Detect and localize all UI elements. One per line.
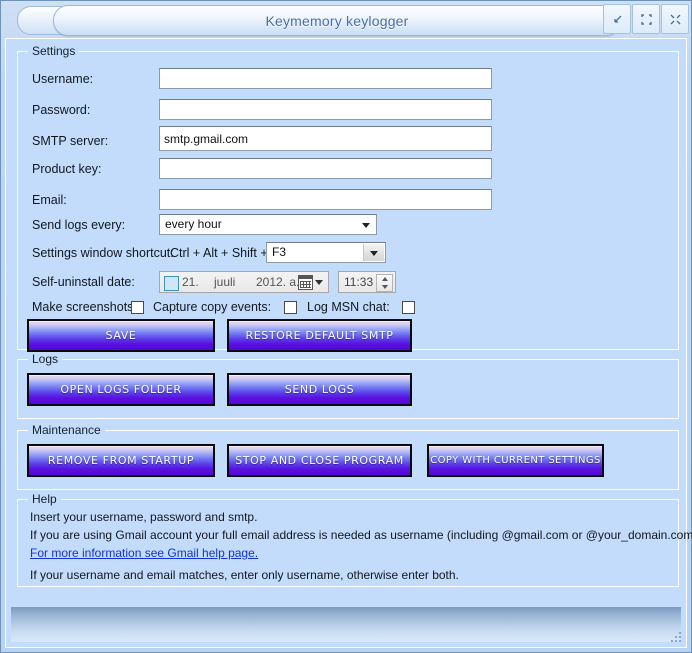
gmail-help-link[interactable]: For more information see Gmail help page… xyxy=(30,546,258,560)
open-logs-folder-button[interactable]: OPEN LOGS FOLDER xyxy=(27,373,215,406)
self-uninstall-datepicker[interactable]: 21. juuli 2012. a. xyxy=(159,271,329,293)
password-input[interactable] xyxy=(159,99,492,120)
self-uninstall-time-input[interactable]: 11:33 xyxy=(338,271,396,293)
stop-and-close-program-button[interactable]: STOP AND CLOSE PROGRAM xyxy=(227,444,412,477)
smtp-server-input[interactable] xyxy=(159,126,492,151)
logs-legend: Logs xyxy=(28,352,63,366)
minimize-button[interactable] xyxy=(603,4,631,34)
calendar-dropdown-button[interactable] xyxy=(298,274,326,290)
username-label: Username: xyxy=(32,72,94,86)
maximize-button[interactable] xyxy=(632,4,660,34)
remove-from-startup-button[interactable]: REMOVE FROM STARTUP xyxy=(27,444,215,477)
logs-group: Logs OPEN LOGS FOLDER SEND LOGS xyxy=(17,352,679,419)
shortcut-key-value: F3 xyxy=(272,245,287,259)
copy-with-current-settings-button[interactable]: COPY WITH CURRENT SETTINGS xyxy=(427,444,604,477)
email-label: Email: xyxy=(32,193,67,207)
client-area: Settings Username: Password: SMTP server… xyxy=(5,38,692,648)
shortcut-key-select[interactable]: F3 xyxy=(266,242,386,263)
self-uninstall-label: Self-uninstall date: xyxy=(32,275,135,289)
help-line-1: Insert your username, password and smtp. xyxy=(30,510,258,524)
send-logs-select[interactable]: every hour xyxy=(159,214,377,235)
capture-copy-events-label: Capture copy events: xyxy=(153,300,272,314)
minimize-icon xyxy=(612,14,623,25)
settings-legend: Settings xyxy=(28,44,80,58)
maximize-icon xyxy=(640,13,652,25)
date-day: 21. xyxy=(182,275,199,289)
chevron-down-icon xyxy=(370,250,378,256)
time-spinner[interactable] xyxy=(376,274,393,292)
resize-grip[interactable] xyxy=(665,626,681,642)
chevron-down-icon xyxy=(362,223,370,228)
title-bar-pill: Keymemory keylogger xyxy=(53,5,621,36)
date-year: 2012. a. xyxy=(256,275,300,289)
maintenance-group: Maintenance REMOVE FROM STARTUP STOP AND… xyxy=(17,423,679,490)
log-msn-chat-checkbox[interactable] xyxy=(402,301,415,314)
shortcut-label: Settings window shortcut: xyxy=(32,246,174,260)
restore-default-smtp-button[interactable]: RESTORE DEFAULT SMTP xyxy=(227,319,412,352)
application-window: Keymemory keylogger Settings Username: P… xyxy=(0,0,692,653)
calendar-icon xyxy=(298,274,313,290)
log-msn-chat-label: Log MSN chat: xyxy=(307,300,390,314)
status-bar xyxy=(11,607,681,642)
smtp-server-label: SMTP server: xyxy=(32,134,109,148)
capture-copy-events-checkbox[interactable] xyxy=(284,301,297,314)
settings-group: Settings Username: Password: SMTP server… xyxy=(17,44,679,352)
product-key-label: Product key: xyxy=(32,162,102,176)
help-legend: Help xyxy=(28,492,61,506)
send-logs-label: Send logs every: xyxy=(32,218,126,232)
window-title: Keymemory keylogger xyxy=(265,12,409,29)
send-logs-value: every hour xyxy=(165,217,222,231)
help-line-2: If you are using Gmail account your full… xyxy=(30,528,692,542)
username-input[interactable] xyxy=(159,68,492,89)
email-input[interactable] xyxy=(159,189,492,210)
chevron-down-icon xyxy=(315,279,323,285)
time-value: 11:33 xyxy=(344,275,374,289)
shortcut-dropdown-button[interactable] xyxy=(363,244,384,261)
product-key-input[interactable] xyxy=(159,158,492,179)
make-screenshots-checkbox[interactable] xyxy=(131,301,144,314)
save-button[interactable]: SAVE xyxy=(27,319,215,352)
maintenance-legend: Maintenance xyxy=(28,423,105,437)
title-bar[interactable]: Keymemory keylogger xyxy=(1,1,692,37)
close-button[interactable] xyxy=(661,4,689,34)
make-screenshots-label: Make screenshots: xyxy=(32,300,137,314)
shortcut-modifiers: Ctrl + Alt + Shift + xyxy=(170,246,268,260)
help-line-3: If your username and email matches, ente… xyxy=(30,568,459,582)
send-logs-button[interactable]: SEND LOGS xyxy=(227,373,412,406)
window-controls xyxy=(602,4,689,34)
help-group: Help Insert your username, password and … xyxy=(17,492,692,587)
date-month: juuli xyxy=(214,275,236,289)
close-icon xyxy=(670,14,681,25)
password-label: Password: xyxy=(32,103,91,117)
self-uninstall-enable-checkbox[interactable] xyxy=(164,276,179,291)
